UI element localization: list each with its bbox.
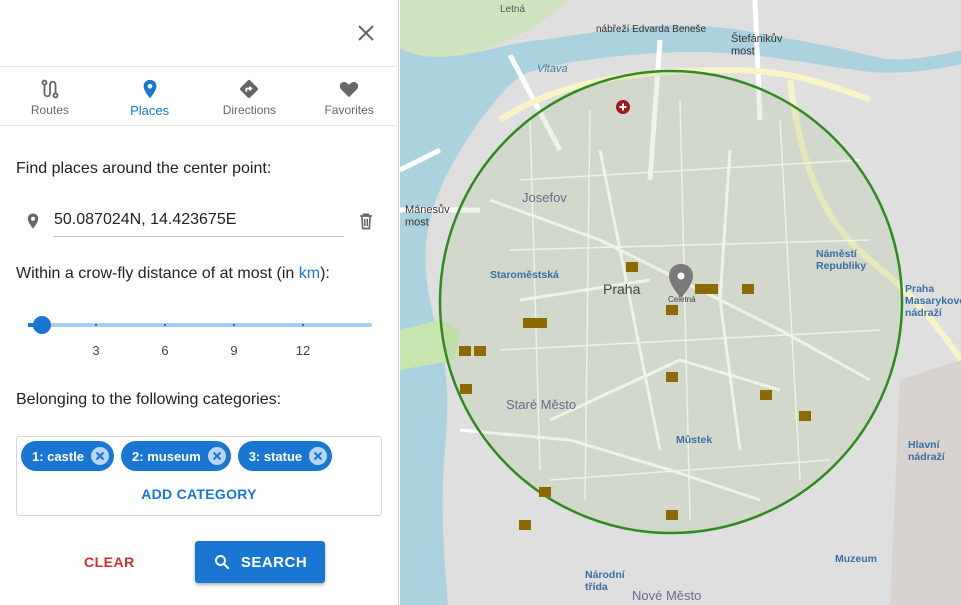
category-chip-label: 3: statue (248, 448, 303, 464)
distance-unit[interactable]: km (299, 265, 320, 282)
poi-castle-icon[interactable] (539, 487, 551, 497)
category-chip-statue[interactable]: 3: statue (237, 441, 333, 471)
trash-icon[interactable] (356, 210, 376, 232)
distance-label-suffix: ): (320, 265, 330, 282)
directions-icon (240, 80, 259, 98)
slider-track[interactable] (28, 323, 372, 327)
distance-slider[interactable] (28, 315, 372, 335)
categories-box: 1: castle 2: museum 3: statue ADD CATEGO… (16, 436, 382, 516)
category-chips: 1: castle 2: museum 3: statue (21, 441, 333, 471)
search-button[interactable]: SEARCH (195, 541, 325, 583)
map-label-mustek: Můstek (676, 434, 712, 446)
tab-routes[interactable]: Routes (0, 67, 100, 125)
tick-label-3: 3 (92, 343, 100, 358)
tick-label-6: 6 (161, 343, 169, 358)
close-icon[interactable] (354, 21, 378, 45)
search-button-label: SEARCH (240, 553, 308, 571)
poi-castle-icon[interactable] (523, 318, 535, 328)
map-label-josefov: Josefov (522, 190, 567, 205)
poi-castle-icon[interactable] (742, 284, 754, 294)
route-icon (41, 79, 59, 99)
tab-places-label: Places (130, 103, 170, 118)
category-chip-museum[interactable]: 2: museum (121, 441, 231, 471)
map-label-muzeum: Muzeum (835, 553, 877, 565)
category-chip-label: 2: museum (132, 448, 201, 464)
remove-chip-icon[interactable] (308, 446, 328, 466)
tick-label-12: 12 (295, 343, 311, 358)
poi-castle-icon[interactable] (760, 390, 772, 400)
heart-icon (339, 82, 359, 98)
map-label-nabrezi: nábřeží Edvarda Beneše (596, 24, 707, 35)
slider-thumb[interactable] (33, 316, 51, 334)
clear-button[interactable]: CLEAR (84, 554, 135, 570)
poi-castle-icon[interactable] (799, 411, 811, 421)
categories-label: Belonging to the following categories: (16, 391, 282, 408)
map-label-vltava: Vltava (537, 63, 568, 75)
rail-yard (890, 360, 961, 605)
remove-chip-icon[interactable] (207, 446, 227, 466)
poi-castle-icon[interactable] (474, 346, 486, 356)
map-label-stare-mesto: Staré Město (506, 397, 576, 412)
map-label-praha: Praha (603, 281, 641, 297)
map-label-staromestska: Staroměstská (490, 269, 559, 281)
add-category-button[interactable]: ADD CATEGORY (17, 486, 381, 502)
tab-favorites-label: Favorites (324, 103, 374, 117)
map-canvas[interactable]: Letná nábřeží Edvarda Beneše Vltava Štef… (400, 0, 961, 605)
map-label-letna: Letná (500, 4, 525, 15)
tick-label-9: 9 (230, 343, 238, 358)
poi-castle-icon[interactable] (535, 318, 547, 328)
center-marker-dot (677, 272, 685, 280)
map-view[interactable]: Letná nábřeží Edvarda Beneše Vltava Štef… (400, 0, 961, 605)
poi-castle-icon[interactable] (459, 346, 471, 356)
poi-castle-icon[interactable] (666, 510, 678, 520)
slider-tick (233, 324, 235, 326)
distance-label-prefix: Within a crow-fly distance of at most (i… (16, 265, 299, 282)
map-label-nove-mesto: Nové Město (632, 588, 701, 603)
category-chip-castle[interactable]: 1: castle (21, 441, 115, 471)
category-chip-label: 1: castle (32, 448, 85, 464)
find-places-label: Find places around the center point: (16, 160, 272, 177)
places-panel: Routes Places Directions Favorites Find … (0, 0, 399, 605)
tab-directions-label: Directions (222, 103, 277, 117)
poi-castle-icon[interactable] (519, 520, 531, 530)
tab-favorites[interactable]: Favorites (299, 67, 399, 125)
map-label-celetna: Celetná (668, 295, 696, 304)
poi-castle-icon[interactable] (626, 262, 638, 272)
place-icon (143, 79, 157, 99)
remove-chip-icon[interactable] (90, 446, 110, 466)
poi-castle-icon[interactable] (706, 284, 718, 294)
tab-bar: Routes Places Directions Favorites (0, 66, 399, 126)
slider-tick (302, 324, 304, 326)
search-icon (214, 555, 230, 570)
tab-routes-label: Routes (30, 103, 69, 117)
poi-castle-icon[interactable] (666, 305, 678, 315)
slider-tick (95, 324, 97, 326)
tab-directions[interactable]: Directions (200, 67, 300, 125)
location-pin-icon (27, 213, 39, 229)
tab-places[interactable]: Places (100, 67, 200, 125)
poi-castle-icon[interactable] (695, 284, 707, 294)
poi-castle-icon[interactable] (666, 372, 678, 382)
poi-castle-icon[interactable] (460, 384, 472, 394)
distance-label: Within a crow-fly distance of at most (i… (16, 265, 330, 283)
center-point-field[interactable]: 50.087024N, 14.423675E (54, 205, 344, 237)
slider-tick (164, 324, 166, 326)
